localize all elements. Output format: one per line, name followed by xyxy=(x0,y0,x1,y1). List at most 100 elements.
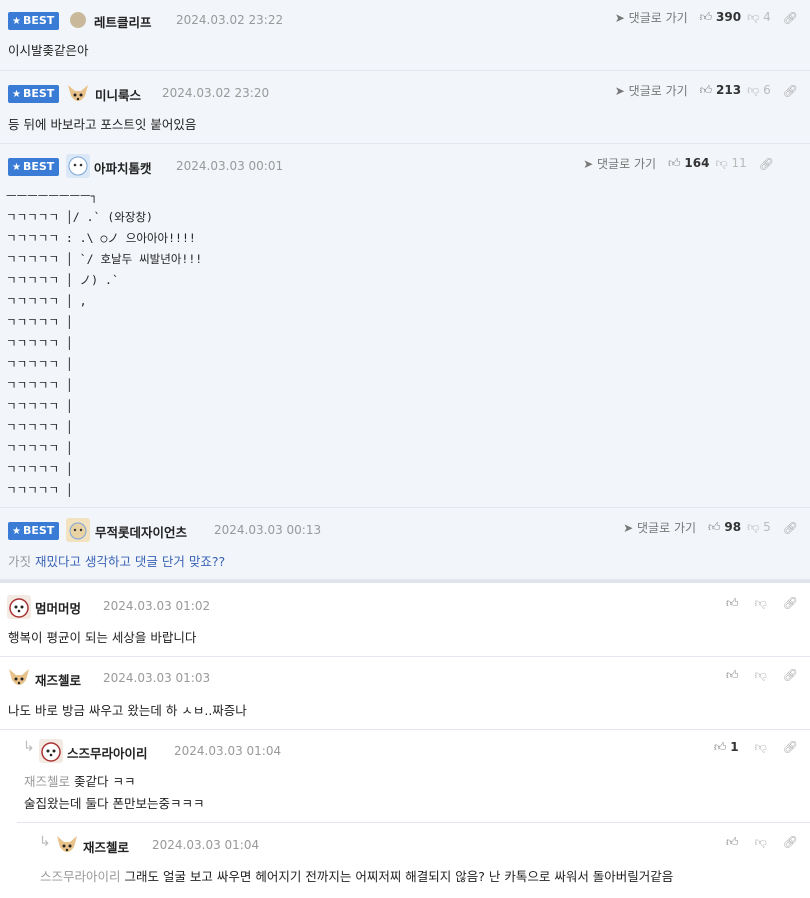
comment-text: 스즈무라아이리 그래도 얼굴 보고 싸우면 헤어지기 전까지는 어찌저찌 해결되… xyxy=(40,869,674,884)
best-badge: ★ BEST xyxy=(8,12,60,30)
link-icon[interactable]: 🔗︎ xyxy=(759,157,774,171)
link-icon[interactable]: 🔗︎ xyxy=(783,835,798,850)
thumbs-down-icon[interactable]: 👎︎ xyxy=(755,835,767,850)
nickname[interactable]: 미니룩스 xyxy=(95,85,141,104)
nickname[interactable]: 무적롯데자이언츠 xyxy=(95,522,187,541)
comment-date: 2024.03.03 01:04 xyxy=(152,838,260,852)
nickname[interactable]: 스즈무라아이리 xyxy=(67,743,148,762)
nickname[interactable]: 재즈첼로 xyxy=(35,670,81,689)
thumbs-down-icon: 👎︎ xyxy=(715,156,728,170)
link-icon[interactable]: 🔗︎ xyxy=(783,521,798,535)
thumbs-up-icon[interactable]: 👍︎ xyxy=(726,668,739,683)
comment-text: 등 뒤에 바보라고 포스트잇 붙어있음 xyxy=(8,117,197,132)
reply-comment: ↳ 재즈첼로 2024.03.03 01:04 👍︎ 👎︎ 🔗︎ 스즈무라아이리… xyxy=(33,823,810,898)
thumbs-up-button[interactable]: 👍︎ 213 xyxy=(700,83,741,98)
link-icon[interactable]: 🔗︎ xyxy=(783,596,798,611)
avatar[interactable] xyxy=(66,518,90,542)
mention[interactable]: 스즈무라아이리 xyxy=(40,869,121,884)
send-icon: ➤ xyxy=(623,521,634,535)
thumbs-down-button[interactable]: 👎︎ 4 xyxy=(747,10,771,25)
comment-date: 2024.03.03 01:04 xyxy=(174,744,282,758)
comment-actions: ➤ 댓글로 가기 👍︎ 213 👎︎ 6 🔗︎ xyxy=(615,82,798,99)
thumbs-down-button[interactable]: 👎︎ 6 xyxy=(747,83,771,98)
best-comment: ★ BEST 미니룩스 2024.03.02 23:20 ➤ 댓글로 가기 👍︎ … xyxy=(0,71,810,144)
reply-arrow-icon: ↳ xyxy=(39,834,51,850)
avatar[interactable] xyxy=(70,12,86,28)
go-to-comment-link[interactable]: ➤ 댓글로 가기 xyxy=(615,9,688,26)
comment-date: 2024.03.03 01:02 xyxy=(103,599,211,613)
thumbs-down-button[interactable]: 👎︎ 11 xyxy=(715,156,746,171)
comment-actions: ➤ 댓글로 가기 👍︎ 164 👎︎ 11 🔗︎ xyxy=(583,155,774,172)
comment-actions: ➤ 댓글로 가기 👍︎ 390 👎︎ 4 🔗︎ xyxy=(615,9,798,26)
best-comment: ★ BEST 무적롯데자이언츠 2024.03.03 00:13 ➤ 댓글로 가기… xyxy=(0,508,810,580)
comment-actions: 👍︎ 👎︎ 🔗︎ xyxy=(726,668,798,683)
avatar[interactable] xyxy=(7,595,31,619)
comment: 멈머머멍 2024.03.03 01:02 👍︎ 👎︎ 🔗︎ 행복이 평균이 되… xyxy=(0,583,810,657)
thumbs-up-icon: 👍︎ xyxy=(699,10,713,24)
best-comment: ★ BEST 레트클리프 2024.03.02 23:22 ➤ 댓글로 가기 👍︎… xyxy=(0,0,810,71)
comment-text: 나도 바로 방금 싸우고 왔는데 하 ㅅㅂ..짜증나 xyxy=(8,703,247,718)
send-icon: ➤ xyxy=(614,84,625,98)
nickname[interactable]: 아파치톰캣 xyxy=(94,158,152,177)
link-icon[interactable]: 🔗︎ xyxy=(783,84,798,98)
comment-actions: 👍︎ 👎︎ 🔗︎ xyxy=(726,596,798,611)
reply-arrow-icon: ↳ xyxy=(23,739,35,755)
comment-actions: ➤ 댓글로 가기 👍︎ 98 👎︎ 5 🔗︎ xyxy=(623,519,798,536)
thumbs-down-icon[interactable]: 👎︎ xyxy=(755,740,767,755)
thumbs-down-icon: 👎︎ xyxy=(747,83,760,97)
mention[interactable]: 재즈첼로 xyxy=(24,774,70,789)
star-icon: ★ xyxy=(12,526,21,537)
comment-actions: 👍︎ 1 👎︎ 🔗︎ xyxy=(714,740,798,755)
comment-text: 행복이 평균이 되는 세상을 바랍니다 xyxy=(8,630,197,645)
thumbs-up-icon: 👍︎ xyxy=(708,520,721,534)
comment-actions: 👍︎ 👎︎ 🔗︎ xyxy=(726,835,798,850)
nickname[interactable]: 멈머머멍 xyxy=(35,598,81,617)
thumbs-down-icon: 👎︎ xyxy=(747,520,760,534)
go-to-comment-link[interactable]: ➤ 댓글로 가기 xyxy=(623,519,696,536)
best-comment: ★ BEST 아파치톰캣 2024.03.03 00:01 ➤ 댓글로 가기 👍︎… xyxy=(0,144,810,508)
nickname[interactable]: 레트클리프 xyxy=(94,12,152,31)
go-to-comment-link[interactable]: ➤ 댓글로 가기 xyxy=(583,155,656,172)
star-icon: ★ xyxy=(12,89,21,100)
thumbs-up-icon: 👍︎ xyxy=(699,83,713,97)
avatar[interactable] xyxy=(39,739,63,763)
comment-date: 2024.03.02 23:20 xyxy=(162,86,270,100)
thumbs-up-button[interactable]: 👍︎ 98 xyxy=(708,520,741,535)
best-badge: ★ BEST xyxy=(8,85,60,103)
send-icon: ➤ xyxy=(583,157,594,171)
avatar[interactable] xyxy=(66,82,90,106)
link-icon[interactable]: 🔗︎ xyxy=(783,11,798,25)
send-icon: ➤ xyxy=(614,11,625,25)
thumbs-up-button[interactable]: 👍︎ 1 xyxy=(714,740,739,755)
link-icon[interactable]: 🔗︎ xyxy=(783,668,798,683)
thumbs-up-icon[interactable]: 👍︎ xyxy=(726,835,739,850)
avatar[interactable] xyxy=(66,154,90,178)
comment-date: 2024.03.02 23:22 xyxy=(176,13,284,27)
link-icon[interactable]: 🔗︎ xyxy=(783,740,798,755)
avatar[interactable] xyxy=(7,666,31,690)
comment-date: 2024.03.03 01:03 xyxy=(103,671,211,685)
go-to-comment-link[interactable]: ➤ 댓글로 가기 xyxy=(615,82,688,99)
star-icon: ★ xyxy=(12,162,21,173)
thumbs-up-icon[interactable]: 👍︎ xyxy=(726,596,739,611)
thumbs-up-icon: 👍︎ xyxy=(713,740,727,754)
comment-date: 2024.03.03 00:01 xyxy=(176,159,284,173)
reply-comment: ↳ 스즈무라아이리 2024.03.03 01:04 👍︎ 1 👎︎ 🔗︎ 재즈… xyxy=(17,730,810,823)
thumbs-down-icon[interactable]: 👎︎ xyxy=(755,668,767,683)
star-icon: ★ xyxy=(12,16,21,27)
avatar[interactable] xyxy=(55,833,79,857)
best-badge: ★ BEST xyxy=(8,158,60,176)
thumbs-down-icon[interactable]: 👎︎ xyxy=(755,596,767,611)
comment-text: 재즈첼로 좆같다 ㅋㅋ xyxy=(24,774,136,789)
comment: 재즈첼로 2024.03.03 01:03 👍︎ 👎︎ 🔗︎ 나도 바로 방금 … xyxy=(0,657,810,730)
thumbs-up-button[interactable]: 👍︎ 390 xyxy=(700,10,741,25)
comment-text-line2: 술집왔는데 둘다 폰만보는중ㅋㅋㅋ xyxy=(24,796,205,811)
comment-text: 가짓 재밌다고 생각하고 댓글 단거 맞죠?? xyxy=(8,554,226,569)
nickname[interactable]: 재즈첼로 xyxy=(83,837,129,856)
comment-text: 이시발좆같은아 xyxy=(8,43,89,58)
comment-date: 2024.03.03 00:13 xyxy=(214,523,322,537)
thumbs-up-icon: 👍︎ xyxy=(668,156,681,170)
thumbs-down-button[interactable]: 👎︎ 5 xyxy=(747,520,771,535)
thumbs-up-button[interactable]: 👍︎ 164 xyxy=(668,156,709,171)
best-badge: ★ BEST xyxy=(8,522,60,540)
